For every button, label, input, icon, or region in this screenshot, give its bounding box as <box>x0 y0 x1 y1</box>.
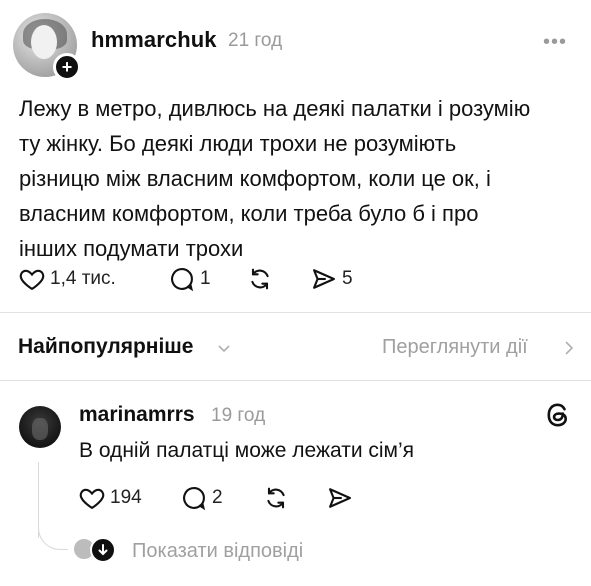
share-count: 5 <box>342 268 353 289</box>
comment-count: 1 <box>200 268 211 289</box>
post-actions: 1,4 тис. 1 5 <box>18 264 518 294</box>
avatar-face <box>31 25 57 59</box>
more-icon[interactable]: ••• <box>543 31 567 54</box>
comment-icon <box>183 487 206 511</box>
repost-icon <box>251 268 269 290</box>
heart-icon <box>19 269 45 291</box>
reply-comment-button[interactable]: 2 <box>180 483 223 513</box>
view-activity-link[interactable]: Переглянути дії <box>382 336 528 359</box>
reply-avatar[interactable] <box>19 406 61 448</box>
sort-dropdown[interactable]: Найпопулярніше <box>18 335 193 359</box>
share-icon <box>313 269 335 289</box>
share-button[interactable]: 5 <box>310 264 353 294</box>
reply-actions: 194 2 <box>78 483 378 513</box>
main-post: + hmmarchuk 21 год ••• Лежу в метро, див… <box>0 0 591 312</box>
reply-like-count: 194 <box>110 487 142 508</box>
reply-timestamp: 19 год <box>211 405 266 426</box>
divider <box>0 312 591 313</box>
reply-text: В одній палатці може лежати сім’я <box>79 439 415 462</box>
post-text: Лежу в метро, дивлюсь на деякі палатки і… <box>19 96 531 261</box>
reply-repost-button[interactable] <box>262 483 290 513</box>
comment-icon <box>171 268 194 292</box>
like-button[interactable]: 1,4 тис. <box>18 264 116 294</box>
reply-avatars-stack[interactable] <box>72 537 122 563</box>
chevron-down-icon[interactable] <box>216 340 232 356</box>
threads-logo-icon[interactable] <box>543 400 573 430</box>
post-username[interactable]: hmmarchuk <box>91 27 217 53</box>
repost-button[interactable] <box>246 264 274 294</box>
post-timestamp: 21 год <box>228 30 283 51</box>
reply-like-button[interactable]: 194 <box>78 483 142 513</box>
reply-username[interactable]: marinamrrs <box>79 403 195 427</box>
comment-button[interactable]: 1 <box>168 264 211 294</box>
repost-icon <box>267 487 285 509</box>
follow-plus-icon[interactable]: + <box>53 53 81 81</box>
reply-share-button[interactable] <box>326 483 354 513</box>
chevron-right-icon[interactable] <box>562 340 576 356</box>
thread-curve <box>38 520 68 550</box>
heart-icon <box>79 488 105 510</box>
avatar-figure <box>32 418 48 440</box>
show-replies-link[interactable]: Показати відповіді <box>132 540 303 563</box>
share-icon <box>329 488 351 508</box>
reply-comment-count: 2 <box>212 487 223 508</box>
divider <box>0 380 591 381</box>
arrow-down-icon <box>90 537 116 563</box>
like-count: 1,4 тис. <box>50 268 116 289</box>
